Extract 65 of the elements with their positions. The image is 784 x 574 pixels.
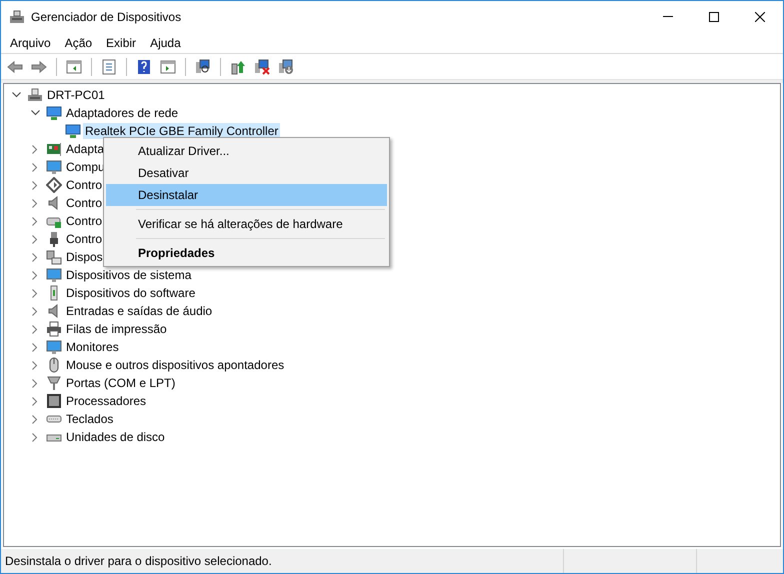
- menu-option[interactable]: Propriedades: [106, 242, 387, 264]
- expand-chevron-icon[interactable]: [32, 198, 38, 208]
- monitor-icon: [65, 123, 81, 139]
- expand-chevron-icon[interactable]: [32, 414, 38, 424]
- collapse-chevron-icon[interactable]: [12, 92, 20, 98]
- tree-item[interactable]: Dispositivos do software: [64, 285, 198, 301]
- expand-chevron-icon[interactable]: [32, 396, 38, 406]
- diamond-icon: [46, 177, 62, 193]
- expand-chevron-icon[interactable]: [32, 432, 38, 442]
- expand-chevron-icon[interactable]: [32, 306, 38, 316]
- tree-item[interactable]: Dispositivos de sistema: [64, 267, 194, 283]
- tree-item[interactable]: Contro: [64, 213, 104, 229]
- tree-item[interactable]: Mouse e outros dispositivos apontadores: [64, 357, 286, 373]
- circuit-board-icon: [46, 141, 62, 157]
- maximize-icon: [709, 12, 719, 22]
- computer-icon: [27, 87, 43, 103]
- tree-item[interactable]: Adaptadores de rede: [64, 105, 180, 121]
- tree-item[interactable]: Monitores: [64, 339, 121, 355]
- expand-chevron-icon[interactable]: [32, 180, 38, 190]
- menu-item[interactable]: Arquivo: [3, 32, 58, 52]
- expand-chevron-icon[interactable]: [32, 144, 38, 154]
- status-text: Desinstala o driver para o dispositivo selecionado.: [4, 553, 273, 570]
- tree-item[interactable]: Portas (COM e LPT): [64, 375, 178, 391]
- expand-chevron-icon[interactable]: [32, 288, 38, 298]
- tree-item[interactable]: Teclados: [64, 411, 116, 427]
- uninstall-button[interactable]: [252, 56, 272, 76]
- printer-icon: [46, 321, 62, 337]
- expand-chevron-icon[interactable]: [32, 162, 38, 172]
- monitor-icon: [46, 105, 62, 121]
- monitor-icon: [46, 339, 62, 355]
- menu-item[interactable]: Ação: [58, 32, 100, 52]
- expand-chevron-icon[interactable]: [32, 342, 38, 352]
- expand-chevron-icon[interactable]: [32, 270, 38, 280]
- tree-item[interactable]: Contro: [64, 195, 104, 211]
- tree-item[interactable]: Contro: [64, 177, 104, 193]
- port-icon: [46, 375, 62, 391]
- expand-chevron-icon[interactable]: [32, 252, 38, 262]
- expand-chevron-icon[interactable]: [32, 378, 38, 388]
- tree-item[interactable]: Adapta: [64, 141, 106, 157]
- close-icon: [755, 12, 765, 22]
- monitor-icon: [46, 159, 62, 175]
- tree-item[interactable]: Entradas e saídas de áudio: [64, 303, 214, 319]
- menu-item[interactable]: Ajuda: [143, 32, 188, 52]
- expand-chevron-icon[interactable]: [32, 234, 38, 244]
- tree-item[interactable]: Dispos: [64, 249, 105, 265]
- tree-item[interactable]: Contro: [64, 231, 104, 247]
- tree-item[interactable]: Unidades de disco: [64, 429, 167, 445]
- menu-item[interactable]: Exibir: [99, 32, 144, 52]
- tree-item[interactable]: DRT-PC01: [45, 87, 107, 103]
- collapse-chevron-icon[interactable]: [30, 110, 40, 116]
- download-button[interactable]: [276, 56, 296, 76]
- menu-option[interactable]: Verificar se há alterações de hardware: [106, 213, 387, 235]
- expand-chevron-icon[interactable]: [32, 216, 38, 226]
- minimize-icon: [663, 16, 673, 17]
- app-icon: [9, 8, 25, 24]
- expand-chevron-icon[interactable]: [32, 324, 38, 334]
- tree-item[interactable]: Filas de impressão: [64, 321, 169, 337]
- window-title: Gerenciador de Dispositivos: [31, 8, 182, 26]
- menu-option[interactable]: Atualizar Driver...: [106, 140, 387, 162]
- tree-item[interactable]: Processadores: [64, 393, 148, 409]
- monitor-icon: [46, 267, 62, 283]
- expand-chevron-icon[interactable]: [32, 360, 38, 370]
- menu-option[interactable]: Desativar: [106, 162, 387, 184]
- chip-icon: [46, 393, 62, 409]
- menu-option[interactable]: Desinstalar: [106, 184, 387, 206]
